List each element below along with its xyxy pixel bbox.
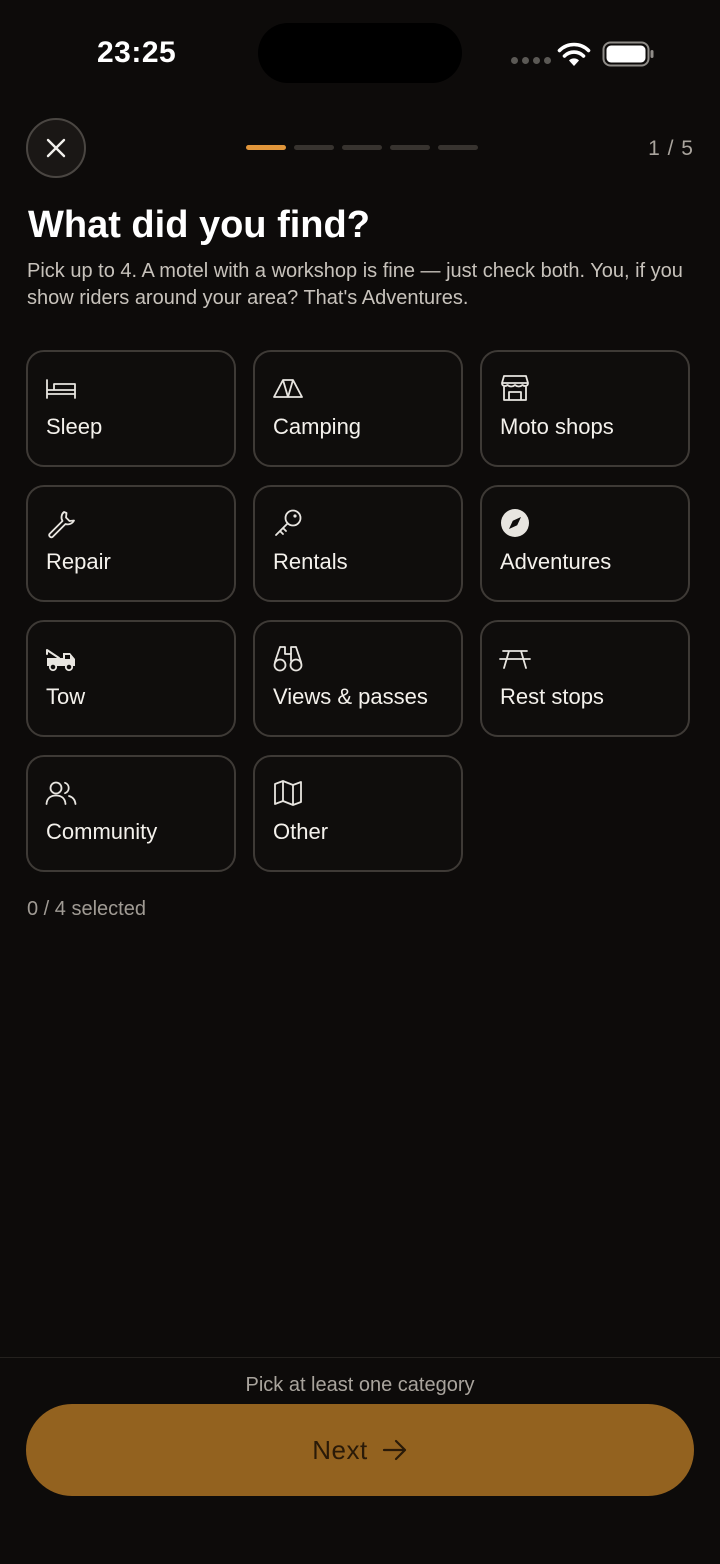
category-grid: Sleep Camping Moto shops Repair Rentals (26, 350, 690, 872)
category-label: Rentals (273, 549, 348, 574)
category-card-adventures[interactable]: Adventures (480, 485, 690, 602)
category-label: Camping (273, 414, 362, 439)
progress-segment (294, 145, 334, 150)
compass-icon (501, 509, 529, 537)
picnic-table-icon (499, 650, 531, 669)
category-card-camping[interactable]: Camping (253, 350, 463, 467)
close-icon (46, 138, 66, 158)
tent-icon (273, 379, 303, 398)
category-label: Repair (46, 549, 111, 574)
tow-truck-icon (46, 649, 75, 672)
category-card-moto-shops[interactable]: Moto shops (480, 350, 690, 467)
category-card-repair[interactable]: Repair (26, 485, 236, 602)
progress-segment (342, 145, 382, 150)
wrench-icon (48, 511, 75, 539)
progress-segment-active (246, 145, 286, 150)
category-card-sleep[interactable]: Sleep (26, 350, 236, 467)
status-bar: 23:25 (0, 0, 720, 100)
step-progress-indicator (246, 145, 478, 150)
category-label: Views & passes (273, 684, 428, 709)
category-label: Moto shops (500, 414, 614, 439)
cellular-signal-icon (511, 57, 551, 65)
category-card-tow[interactable]: Tow (26, 620, 236, 737)
binoculars-icon (273, 646, 303, 672)
next-button-label: Next (312, 1434, 368, 1465)
category-card-other[interactable]: Other (253, 755, 463, 872)
wifi-icon (557, 42, 591, 66)
page-title: What did you find? (28, 204, 370, 246)
next-button[interactable]: Next (26, 1404, 694, 1496)
arrow-right-icon (382, 1439, 406, 1461)
category-label: Sleep (46, 414, 103, 439)
key-icon (275, 509, 302, 536)
store-icon (501, 375, 529, 401)
selection-count: 0 / 4 selected (27, 898, 146, 920)
map-icon (274, 780, 302, 806)
category-card-rentals[interactable]: Rentals (253, 485, 463, 602)
bottom-action-bar: Pick at least one category Next (0, 1357, 720, 1564)
users-icon (45, 781, 77, 805)
category-label: Rest stops (500, 684, 604, 709)
page-subtitle: Pick up to 4. A motel with a workshop is… (27, 260, 683, 309)
close-button[interactable] (26, 118, 86, 178)
category-label: Other (273, 819, 329, 844)
category-label: Adventures (500, 549, 612, 574)
bed-icon (46, 379, 76, 399)
dynamic-island (258, 23, 462, 83)
progress-segment (390, 145, 430, 150)
progress-segment (438, 145, 478, 150)
status-time: 23:25 (97, 36, 177, 69)
step-counter: 1 / 5 (648, 137, 694, 160)
category-card-views-passes[interactable]: Views & passes (253, 620, 463, 737)
category-card-community[interactable]: Community (26, 755, 236, 872)
battery-icon (602, 41, 654, 67)
category-card-rest-stops[interactable]: Rest stops (480, 620, 690, 737)
category-label: Community (46, 819, 158, 844)
category-label: Tow (46, 684, 86, 709)
footer-hint: Pick at least one category (245, 1374, 475, 1396)
